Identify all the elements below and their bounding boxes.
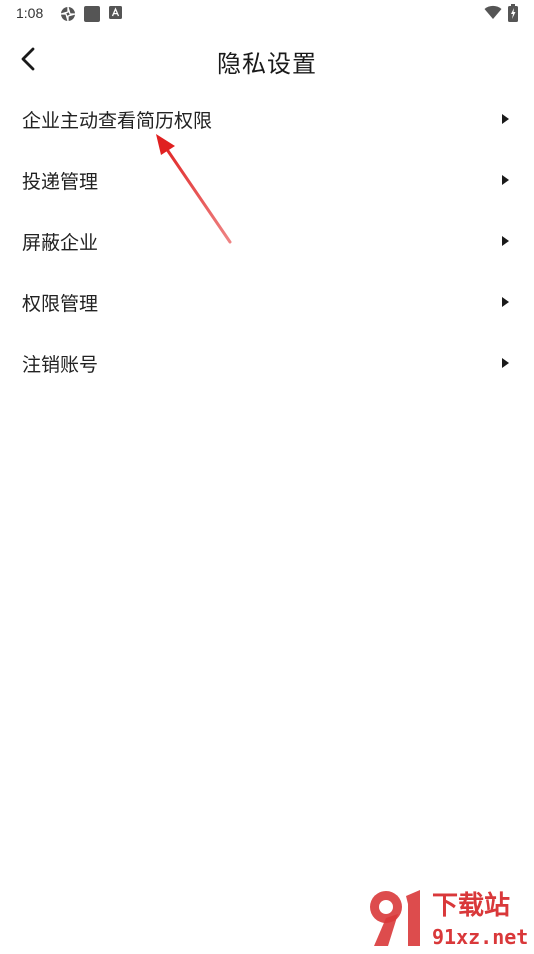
caret-right-icon [502, 114, 509, 124]
watermark-brand-text: 下载站 [432, 891, 510, 921]
header: 隐私设置 [0, 34, 534, 84]
settings-menu: 企业主动查看简历权限 投递管理 屏蔽企业 权限管理 注销账号 [0, 89, 534, 394]
menu-item-label: 屏蔽企业 [22, 232, 99, 254]
menu-item-label: 权限管理 [22, 293, 99, 315]
watermark-logo: 下载站 91xz.net [360, 882, 534, 950]
battery-charging-icon [508, 4, 518, 22]
caret-right-icon [502, 236, 509, 246]
menu-item-resume-view-permission[interactable]: 企业主动查看简历权限 [0, 89, 534, 150]
caret-right-icon [502, 297, 509, 307]
menu-item-delete-account[interactable]: 注销账号 [0, 333, 534, 394]
menu-item-label: 注销账号 [22, 354, 99, 376]
menu-item-delivery-management[interactable]: 投递管理 [0, 150, 534, 211]
square-icon [84, 6, 100, 22]
a-badge-icon [109, 6, 122, 19]
status-bar: 1:08 [0, 0, 534, 28]
caret-right-icon [502, 175, 509, 185]
menu-item-label: 企业主动查看简历权限 [22, 110, 213, 132]
menu-item-label: 投递管理 [22, 171, 99, 193]
page-title: 隐私设置 [217, 50, 317, 78]
status-time: 1:08 [16, 5, 44, 21]
wifi-icon [484, 5, 502, 19]
aperture-icon [60, 6, 76, 22]
menu-item-block-companies[interactable]: 屏蔽企业 [0, 211, 534, 272]
watermark-graphic: 下载站 91xz.net [370, 890, 528, 949]
menu-item-permission-management[interactable]: 权限管理 [0, 272, 534, 333]
watermark-domain-text: 91xz.net [432, 925, 528, 949]
caret-right-icon [502, 358, 509, 368]
